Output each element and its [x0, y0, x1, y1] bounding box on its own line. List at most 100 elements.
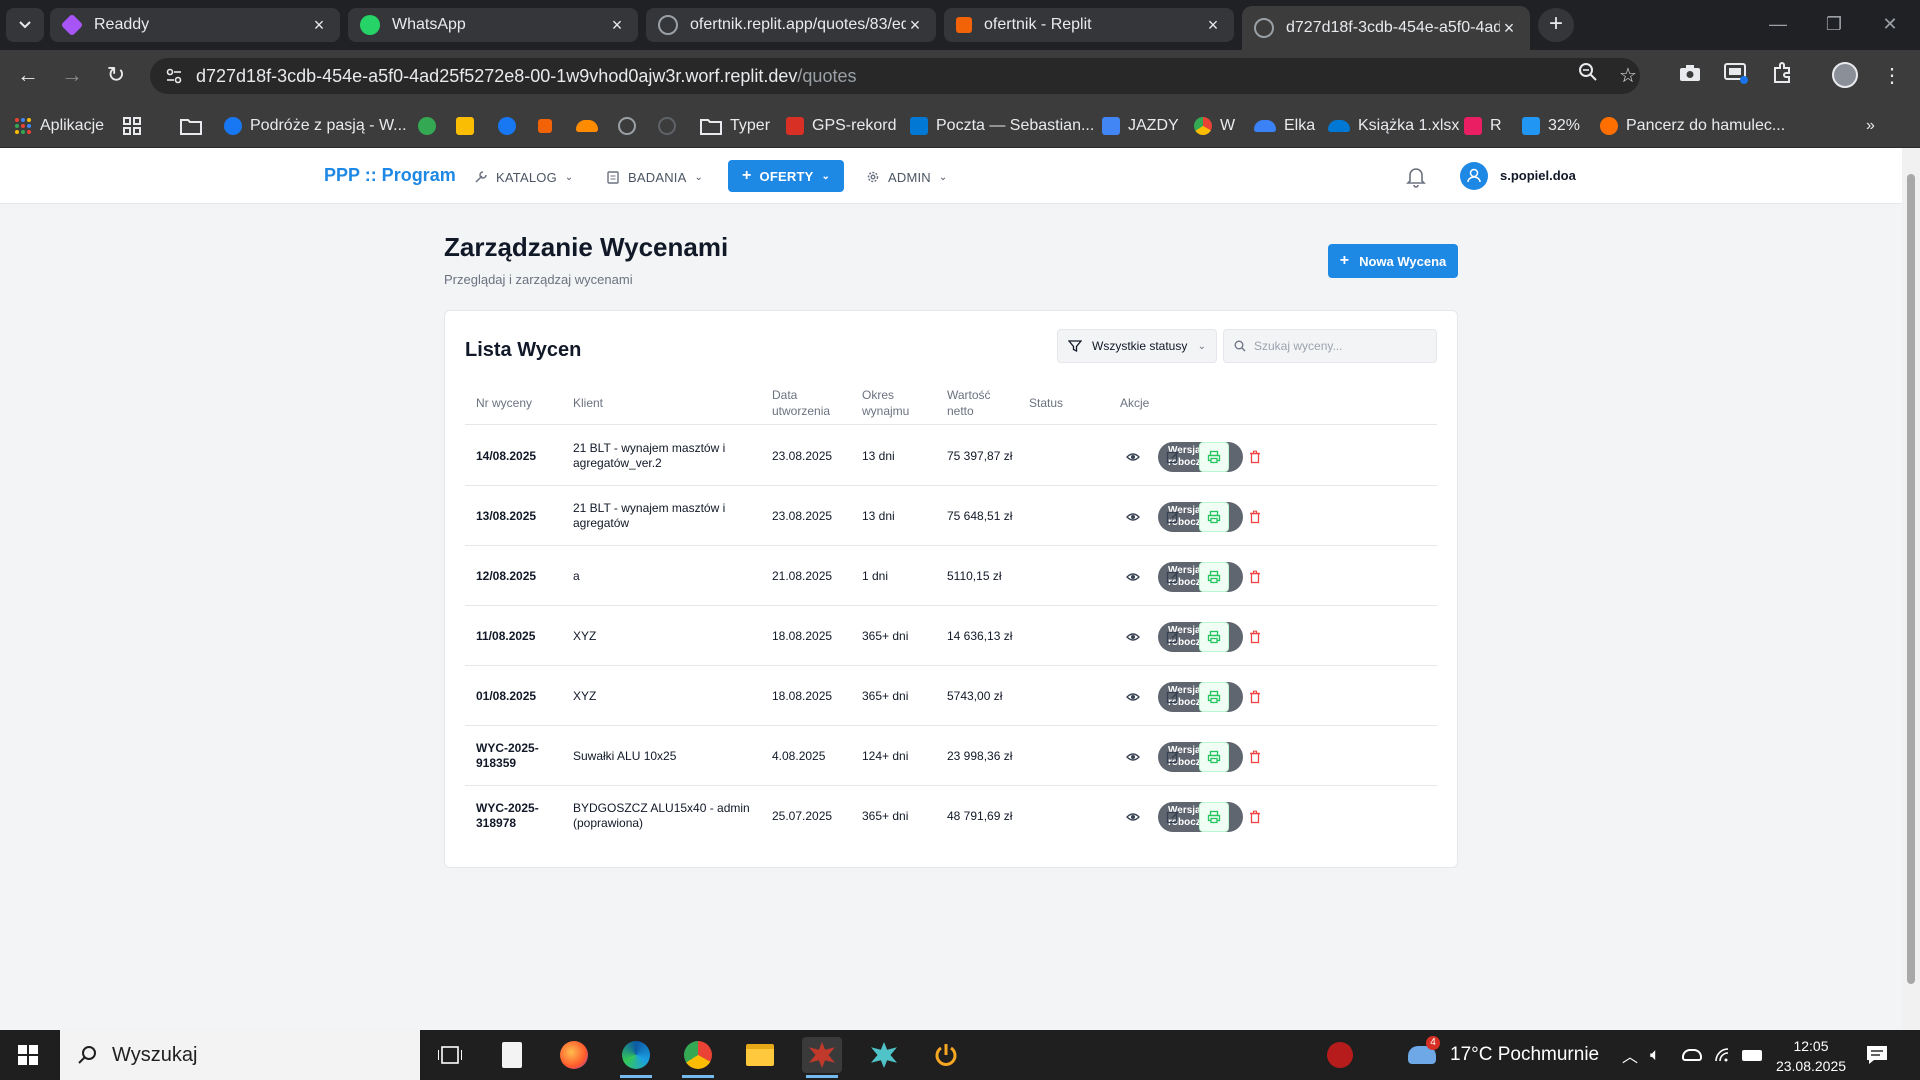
table-row[interactable]: WYC-2025-318978 BYDGOSZCZ ALU15x40 - admi… [465, 786, 1437, 846]
bookmark-icon-1[interactable] [418, 114, 436, 138]
minimize-icon[interactable]: — [1750, 0, 1806, 50]
bell-icon[interactable] [1404, 164, 1428, 188]
close-icon[interactable]: × [906, 15, 924, 36]
close-icon[interactable]: × [1500, 18, 1518, 39]
tray-overflow-icon[interactable]: ︿ [1622, 1030, 1638, 1080]
print-button[interactable] [1199, 622, 1229, 652]
delete-button[interactable] [1240, 622, 1270, 652]
table-row[interactable]: 12/08.2025 a 21.08.2025 1 dni 5110,15 zł Wers… [465, 546, 1437, 606]
windows-start-icon[interactable] [18, 1045, 38, 1065]
close-icon[interactable]: × [310, 15, 328, 36]
scrollbar-thumb[interactable] [1907, 174, 1915, 984]
taskbar-search[interactable]: Wyszukaj [60, 1030, 420, 1080]
delete-button[interactable] [1240, 682, 1270, 712]
delete-button[interactable] [1240, 562, 1270, 592]
chrome-icon[interactable] [678, 1037, 718, 1078]
tab-search-button[interactable] [6, 8, 44, 42]
app-brand[interactable]: PPP :: Program [324, 165, 456, 186]
firefox-icon[interactable] [554, 1037, 594, 1073]
bookmark-poczta[interactable]: Poczta — Sebastian... [910, 114, 1094, 138]
browser-tab-replit[interactable]: ofertnik - Replit × [944, 8, 1234, 42]
view-button[interactable] [1118, 742, 1148, 772]
file-explorer-icon[interactable] [740, 1037, 780, 1073]
view-button[interactable] [1118, 802, 1148, 832]
notepad-icon[interactable] [492, 1037, 532, 1073]
back-icon[interactable]: ← [12, 60, 44, 92]
print-button[interactable] [1199, 682, 1229, 712]
table-row[interactable]: 01/08.2025 XYZ 18.08.2025 365+ dni 5743,00 z… [465, 666, 1437, 726]
taskbar-clock[interactable]: 12:05 23.08.2025 [1774, 1036, 1848, 1076]
edit-button[interactable] [1158, 622, 1188, 652]
edit-button[interactable] [1158, 562, 1188, 592]
nav-oferty[interactable]: + OFERTY ⌄ [728, 160, 845, 192]
view-button[interactable] [1118, 502, 1148, 532]
star-icon[interactable]: ☆ [1614, 62, 1642, 90]
volume-icon[interactable]: 🔈︎ [1650, 1030, 1660, 1080]
bookmark-icon-3[interactable] [498, 114, 516, 138]
zoom-icon[interactable] [1574, 62, 1602, 90]
browser-tab-active[interactable]: d727d18f-3cdb-454e-a5f0-4ad × [1242, 6, 1530, 50]
bookmark-grid[interactable] [122, 114, 142, 138]
bookmark-ksiazka[interactable]: Książka 1.xlsx [1328, 114, 1459, 138]
table-row[interactable]: 14/08.2025 21 BLT - wynajem masztów i agr… [465, 426, 1437, 486]
browser-tab-whatsapp[interactable]: WhatsApp × [348, 8, 638, 42]
bookmark-32[interactable]: 32% [1522, 114, 1580, 138]
nav-badania[interactable]: BADANIA ⌄ [606, 165, 703, 189]
print-button[interactable] [1199, 442, 1229, 472]
bookmark-icon-2[interactable] [456, 114, 474, 138]
wifi-icon[interactable] [1714, 1030, 1734, 1080]
browser-tab-readdy[interactable]: Readdy × [50, 8, 340, 42]
tray-red-app-icon[interactable] [1320, 1037, 1360, 1073]
search-input[interactable] [1254, 339, 1414, 353]
bookmark-podroze[interactable]: Podróże z pasją - W... [224, 114, 407, 138]
status-filter-select[interactable]: Wszystkie statusy ⌄ [1057, 329, 1217, 363]
print-button[interactable] [1199, 502, 1229, 532]
extensions-icon[interactable] [1768, 62, 1796, 90]
bookmark-elka[interactable]: Elka [1254, 114, 1315, 138]
delete-button[interactable] [1240, 502, 1270, 532]
column-header-wartosc[interactable]: Wartość netto [947, 387, 1007, 419]
app-red-icon[interactable] [802, 1037, 842, 1078]
bookmark-jazdy[interactable]: JAZDY [1102, 114, 1179, 138]
edit-button[interactable] [1158, 742, 1188, 772]
bookmark-icon-4[interactable] [538, 114, 552, 138]
table-row[interactable]: 11/08.2025 XYZ 18.08.2025 365+ dni 14 636,13… [465, 606, 1437, 666]
bookmarks-overflow-icon[interactable]: » [1866, 114, 1875, 138]
close-icon[interactable]: × [608, 15, 626, 36]
table-row[interactable]: WYC-2025-918359 Suwałki ALU 10x25 4.08.202… [465, 726, 1437, 786]
new-tab-button[interactable]: + [1538, 8, 1574, 42]
column-header-okres[interactable]: Okres wynajmu [862, 387, 922, 419]
table-row[interactable]: 13/08.2025 21 BLT - wynajem masztów i agr… [465, 486, 1437, 546]
bookmark-r[interactable]: R [1464, 114, 1502, 138]
more-menu-icon[interactable]: ⋮ [1878, 62, 1906, 90]
address-bar[interactable]: d727d18f-3cdb-454e-a5f0-4ad25f5272e8-00-… [150, 58, 1640, 94]
print-button[interactable] [1199, 802, 1229, 832]
nav-katalog[interactable]: KATALOG ⌄ [474, 165, 573, 189]
nav-admin[interactable]: ADMIN ⌄ [866, 165, 947, 189]
forward-icon[interactable]: → [56, 60, 88, 92]
browser-tab-ofertnik-quote[interactable]: ofertnik.replit.app/quotes/83/ed × [646, 8, 936, 42]
onedrive-icon[interactable] [1682, 1030, 1702, 1080]
camera-icon[interactable] [1676, 62, 1704, 90]
view-button[interactable] [1118, 622, 1148, 652]
close-icon[interactable]: × [1204, 15, 1222, 36]
print-button[interactable] [1199, 562, 1229, 592]
notifications-icon[interactable] [1866, 1030, 1888, 1080]
column-header-status[interactable]: Status [1029, 395, 1063, 411]
delete-button[interactable] [1240, 442, 1270, 472]
task-view-icon[interactable] [430, 1037, 470, 1073]
new-quote-button[interactable]: + Nowa Wycena [1328, 244, 1458, 278]
reload-icon[interactable]: ↻ [100, 60, 132, 92]
print-button[interactable] [1199, 742, 1229, 772]
page-scrollbar[interactable] [1902, 148, 1920, 1030]
site-info-icon[interactable] [164, 66, 184, 86]
cast-icon[interactable] [1722, 62, 1750, 90]
bookmark-gps-rekord[interactable]: GPS-rekord [786, 114, 896, 138]
edit-button[interactable] [1158, 502, 1188, 532]
delete-button[interactable] [1240, 802, 1270, 832]
weather-widget[interactable]: 4 17°C Pochmurnie [1408, 1030, 1599, 1080]
bookmark-icon-7[interactable] [658, 114, 676, 138]
bookmark-icon-5[interactable] [576, 114, 598, 138]
bookmark-folder[interactable] [180, 114, 202, 138]
profile-avatar[interactable] [1832, 62, 1860, 90]
